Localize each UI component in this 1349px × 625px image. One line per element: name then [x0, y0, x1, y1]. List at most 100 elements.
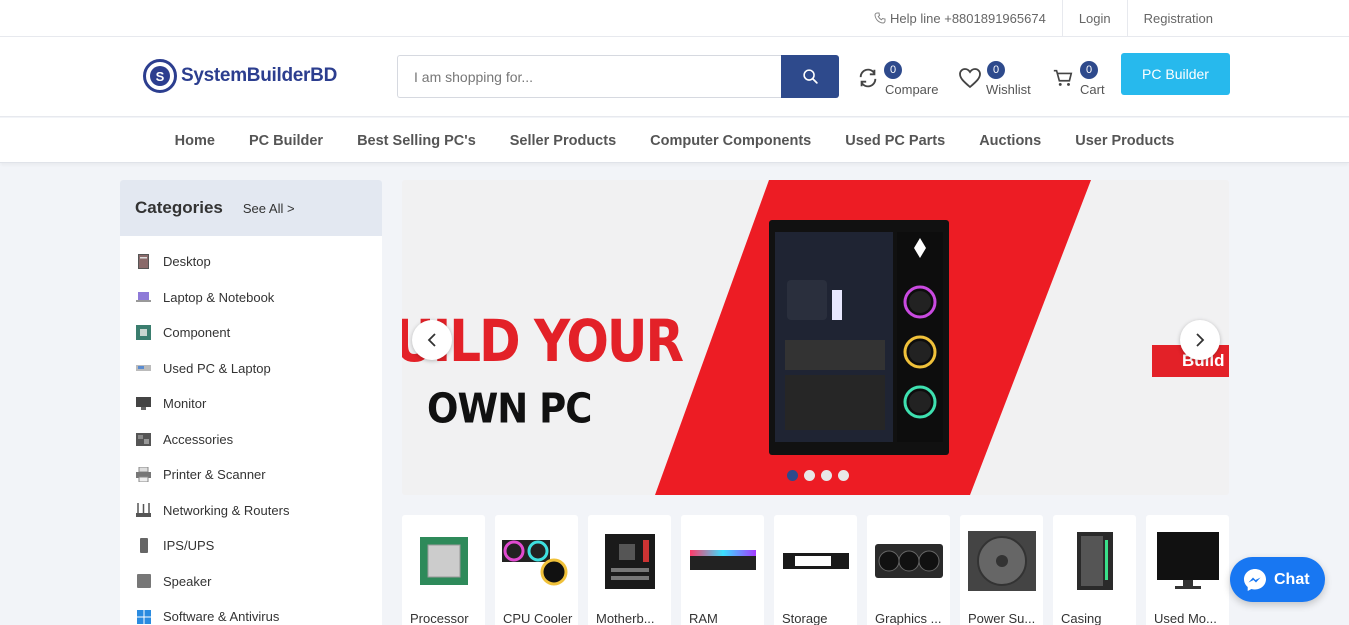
banner-subheadline: OWN PC	[427, 385, 592, 433]
accessories-icon	[136, 432, 151, 447]
header: S SystemBuilderBD 0 Compare 0 Wishlist 0…	[0, 37, 1349, 117]
cart-count-badge: 0	[1080, 61, 1098, 79]
category-label: Software & Antivirus	[163, 609, 280, 625]
tile-label: Processor	[410, 611, 469, 625]
tile-label: CPU Cooler	[503, 611, 573, 625]
speaker-icon	[136, 574, 151, 589]
categories-header: Categories See All >	[120, 180, 382, 236]
category-item-monitor[interactable]: Monitor	[120, 386, 382, 422]
slide-dot[interactable]	[787, 470, 798, 481]
main-nav: Home PC Builder Best Selling PC's Seller…	[0, 118, 1349, 163]
tile-casing[interactable]: Casing	[1053, 515, 1136, 625]
search-button[interactable]	[781, 55, 839, 98]
heart-icon: 0	[958, 61, 1005, 93]
tile-used-monitor[interactable]: Used Mo...	[1146, 515, 1229, 625]
prev-slide-button[interactable]	[412, 320, 452, 360]
tile-motherboard[interactable]: Motherb...	[588, 515, 671, 625]
category-item-component[interactable]: Component	[120, 315, 382, 351]
logo-mark: S	[143, 59, 177, 93]
logo-text: SystemBuilderBD	[181, 65, 337, 86]
category-label: Accessories	[163, 431, 234, 447]
wishlist-link[interactable]: 0 Wishlist	[958, 59, 1031, 99]
nav-item-pc-builder[interactable]: PC Builder	[232, 133, 340, 149]
nav-item-best-selling[interactable]: Best Selling PC's	[340, 133, 493, 149]
category-item-speaker[interactable]: Speaker	[120, 564, 382, 600]
casing-icon	[1059, 527, 1130, 595]
cpu-cooler-icon	[501, 527, 572, 595]
windows-icon	[136, 609, 151, 624]
category-label: IPS/UPS	[163, 538, 215, 554]
search-icon	[802, 69, 818, 84]
category-label: Printer & Scanner	[163, 467, 266, 483]
nav-item-auctions[interactable]: Auctions	[962, 133, 1058, 149]
category-label: Networking & Routers	[163, 502, 290, 518]
power-supply-icon	[966, 527, 1037, 595]
wishlist-count-badge: 0	[987, 61, 1005, 79]
tile-label: Casing	[1061, 611, 1102, 625]
category-item-printer[interactable]: Printer & Scanner	[120, 457, 382, 493]
wishlist-label: Wishlist	[986, 82, 1031, 97]
tile-label: RAM	[689, 611, 718, 625]
categories-sidebar: Categories See All > Desktop Laptop & No…	[120, 180, 382, 625]
category-item-software[interactable]: Software & Antivirus	[120, 599, 382, 625]
tile-processor[interactable]: Processor	[402, 515, 485, 625]
category-label: Speaker	[163, 573, 212, 589]
nav-item-seller-products[interactable]: Seller Products	[493, 133, 633, 149]
category-item-accessories[interactable]: Accessories	[120, 422, 382, 458]
category-item-ips-ups[interactable]: IPS/UPS	[120, 528, 382, 564]
search-input[interactable]	[397, 55, 781, 98]
category-item-used-pc[interactable]: Used PC & Laptop	[120, 351, 382, 387]
graphics-card-icon	[873, 527, 944, 595]
slide-dot[interactable]	[804, 470, 815, 481]
processor-icon	[408, 527, 479, 595]
category-item-laptop[interactable]: Laptop & Notebook	[120, 280, 382, 316]
category-item-desktop[interactable]: Desktop	[120, 244, 382, 280]
desktop-icon	[136, 254, 151, 270]
messenger-chat-button[interactable]: Chat	[1230, 557, 1325, 602]
category-label: Used PC & Laptop	[163, 360, 271, 376]
next-slide-button[interactable]	[1180, 320, 1220, 360]
slide-dot[interactable]	[838, 470, 849, 481]
compare-link[interactable]: 0 Compare	[857, 59, 938, 99]
tile-storage[interactable]: Storage	[774, 515, 857, 625]
nav-item-computer-components[interactable]: Computer Components	[633, 133, 828, 149]
phone-icon	[874, 12, 886, 24]
nav-item-used-pc-parts[interactable]: Used PC Parts	[828, 133, 962, 149]
nav-item-user-products[interactable]: User Products	[1058, 133, 1191, 149]
category-label: Component	[163, 325, 231, 341]
pc-builder-button[interactable]: PC Builder	[1121, 53, 1230, 95]
nav-item-home[interactable]: Home	[158, 133, 232, 149]
compare-icon: 0	[857, 61, 902, 93]
helpline-text: Help line +8801891965674	[890, 10, 1046, 26]
categories-title: Categories	[135, 198, 223, 217]
helpline: Help line +8801891965674	[858, 0, 1062, 36]
tile-graphics-card[interactable]: Graphics ...	[867, 515, 950, 625]
cart-label: Cart	[1080, 82, 1105, 97]
motherboard-icon	[594, 527, 665, 595]
printer-icon	[136, 467, 151, 483]
top-links: Help line +8801891965674 Login Registrat…	[858, 0, 1229, 36]
registration-link[interactable]: Registration	[1126, 0, 1229, 36]
search-bar	[397, 55, 839, 98]
tile-label: Used Mo...	[1154, 611, 1217, 625]
ups-icon	[136, 538, 151, 554]
category-label: Desktop	[163, 254, 211, 270]
compare-label: Compare	[885, 82, 939, 97]
tile-power-supply[interactable]: Power Su...	[960, 515, 1043, 625]
see-all-link[interactable]: See All >	[243, 201, 295, 216]
slide-dot[interactable]	[821, 470, 832, 481]
cart-icon: 0	[1052, 61, 1098, 93]
tile-label: Motherb...	[596, 611, 655, 625]
logo-letter: S	[150, 66, 170, 86]
logo[interactable]: S SystemBuilderBD	[143, 59, 337, 93]
category-tiles: Processor CPU Cooler Motherb... RAM Stor…	[402, 515, 1229, 625]
category-label: Monitor	[163, 396, 207, 412]
category-item-networking[interactable]: Networking & Routers	[120, 493, 382, 529]
cart-link[interactable]: 0 Cart	[1052, 59, 1105, 99]
tile-cpu-cooler[interactable]: CPU Cooler	[495, 515, 578, 625]
tile-label: Power Su...	[968, 611, 1036, 625]
chat-label: Chat	[1274, 570, 1310, 588]
login-link[interactable]: Login	[1061, 0, 1127, 36]
tile-ram[interactable]: RAM	[681, 515, 764, 625]
slide-dots	[787, 470, 849, 481]
